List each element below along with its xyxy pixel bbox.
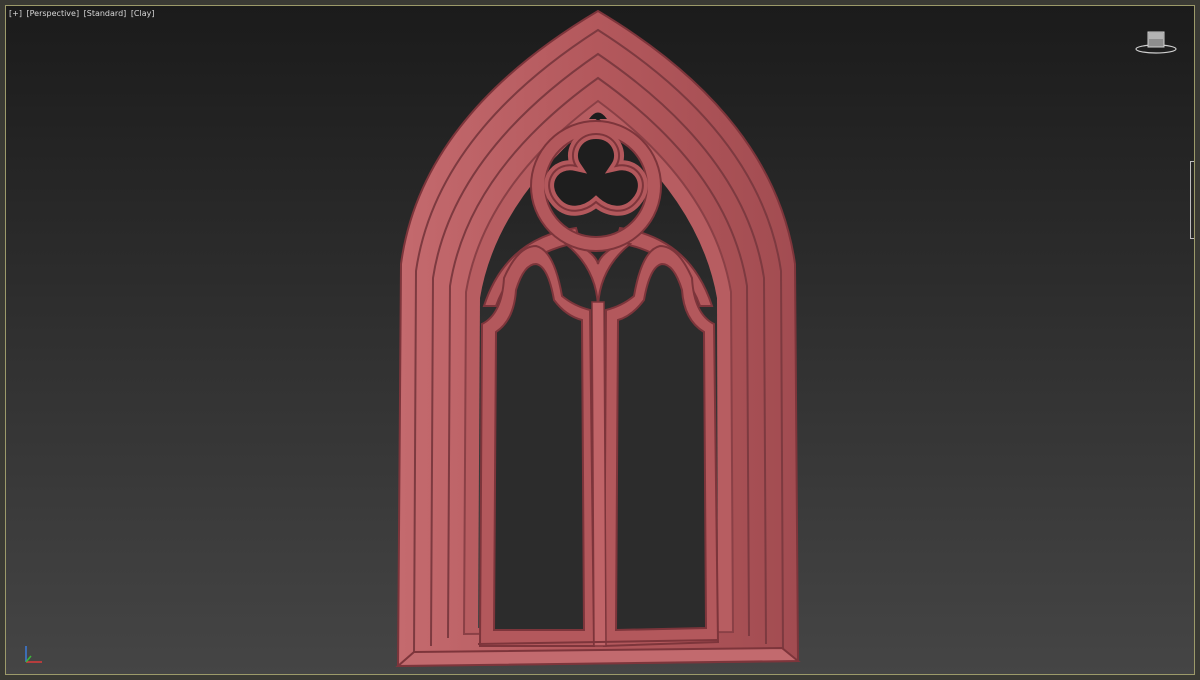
scene-canvas[interactable]	[6, 6, 1195, 675]
viewport-menu-perspective[interactable]: [Perspective]	[27, 9, 80, 18]
window-sill	[395, 646, 801, 668]
viewport-label-bar: [+] [Perspective] [Standard] [Clay]	[9, 9, 157, 19]
perspective-viewport[interactable]: [+] [Perspective] [Standard] [Clay]	[5, 5, 1195, 675]
left-lancet-glass	[492, 262, 586, 631]
central-mullion	[591, 301, 607, 647]
view-cube-icon[interactable]	[1134, 28, 1178, 58]
gothic-window-model[interactable]	[395, 9, 801, 668]
viewport-menu-shading[interactable]: [Clay]	[131, 9, 155, 18]
viewport-menu-standard[interactable]: [Standard]	[84, 9, 127, 18]
panel-edge-handle[interactable]	[1190, 161, 1194, 239]
axis-tripod-icon	[25, 646, 42, 663]
viewport-menu-plus[interactable]: [+]	[9, 9, 22, 18]
